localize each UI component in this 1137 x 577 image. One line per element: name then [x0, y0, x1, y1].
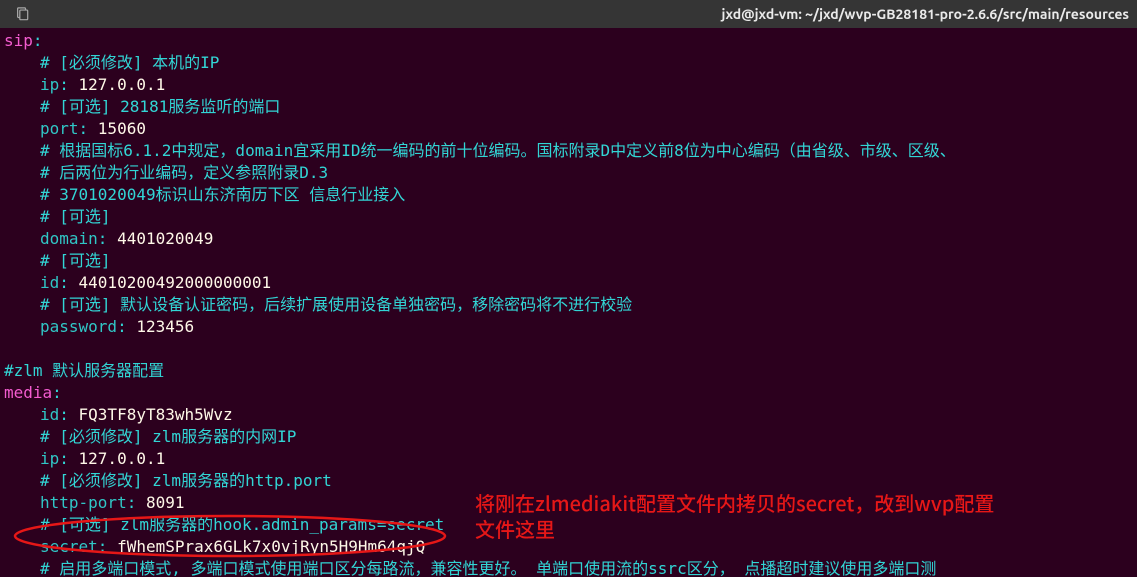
- code-line: http-port: 8091: [4, 492, 1133, 514]
- window-titlebar: jxd@jxd-vm: ~/jxd/wvp-GB28181-pro-2.6.6/…: [0, 0, 1137, 28]
- code-line: # [必须修改] zlm服务器的内网IP: [4, 426, 1133, 448]
- code-seg-key: http-port: [40, 493, 127, 512]
- code-seg-val: FQ3TF8yT83wh5Wvz: [79, 405, 233, 424]
- code-line: # [必须修改] zlm服务器的http.port: [4, 470, 1133, 492]
- code-seg-punct: :: [59, 449, 78, 468]
- code-seg-punct: :: [59, 273, 78, 292]
- code-seg-val: fWhemSPrax6GLk7x0vjRyn5H9Hm64qjQ: [117, 537, 425, 556]
- code-line: media:: [4, 382, 1133, 404]
- code-seg-cmt: #zlm 默认服务器配置: [4, 361, 164, 380]
- code-line: ip: 127.0.0.1: [4, 74, 1133, 96]
- code-line: # [可选] 默认设备认证密码，后续扩展使用设备单独密码，移除密码将不进行校验: [4, 294, 1133, 316]
- code-line: # 根据国标6.1.2中规定，domain宜采用ID统一编码的前十位编码。国标附…: [4, 140, 1133, 162]
- code-line: # [可选]: [4, 250, 1133, 272]
- code-seg-cmt: # 3701020049标识山东济南历下区 信息行业接入: [40, 185, 405, 204]
- code-seg-val: [4, 339, 14, 358]
- code-seg-key: ip: [40, 449, 59, 468]
- window-title: jxd@jxd-vm: ~/jxd/wvp-GB28181-pro-2.6.6/…: [30, 6, 1129, 22]
- code-seg-cmt: # 根据国标6.1.2中规定，domain宜采用ID统一编码的前十位编码。国标附…: [40, 141, 956, 160]
- code-seg-val: 8091: [146, 493, 185, 512]
- code-seg-key: secret: [40, 537, 98, 556]
- code-line: id: FQ3TF8yT83wh5Wvz: [4, 404, 1133, 426]
- code-seg-cmt: # [可选]: [40, 207, 111, 226]
- code-seg-cmt: # [必须修改] zlm服务器的内网IP: [40, 427, 296, 446]
- code-line: ip: 127.0.0.1: [4, 448, 1133, 470]
- code-line: # [必须修改] 本机的IP: [4, 52, 1133, 74]
- code-seg-cmt: # [可选] 默认设备认证密码，后续扩展使用设备单独密码，移除密码将不进行校验: [40, 295, 632, 314]
- code-seg-punct: :: [98, 229, 117, 248]
- code-seg-topkey: media: [4, 383, 52, 402]
- code-seg-key: domain: [40, 229, 98, 248]
- code-seg-val: 44010200492000000001: [79, 273, 272, 292]
- code-seg-key: port: [40, 119, 79, 138]
- code-seg-cmt: # [可选] zlm服务器的hook.admin_params=secret: [40, 515, 444, 534]
- code-seg-punct: :: [127, 493, 146, 512]
- code-seg-punct: :: [98, 537, 117, 556]
- code-line: # 启用多端口模式, 多端口模式使用端口区分每路流，兼容性更好。 单端口使用流的…: [4, 558, 1133, 577]
- code-line: # 后两位为行业编码，定义参照附录D.3: [4, 162, 1133, 184]
- code-seg-cmt: # 后两位为行业编码，定义参照附录D.3: [40, 163, 328, 182]
- terminal-viewport[interactable]: sip:# [必须修改] 本机的IPip: 127.0.0.1# [可选] 28…: [0, 28, 1137, 577]
- code-seg-val: 127.0.0.1: [79, 449, 166, 468]
- code-seg-punct: :: [52, 383, 62, 402]
- code-line: # [可选]: [4, 206, 1133, 228]
- code-seg-cmt: # [可选] 28181服务监听的端口: [40, 97, 280, 116]
- code-line: #zlm 默认服务器配置: [4, 360, 1133, 382]
- code-line: # [可选] 28181服务监听的端口: [4, 96, 1133, 118]
- code-seg-key: id: [40, 405, 59, 424]
- code-line: port: 15060: [4, 118, 1133, 140]
- code-seg-val: 123456: [136, 317, 194, 336]
- code-seg-punct: :: [59, 405, 78, 424]
- code-line: secret: fWhemSPrax6GLk7x0vjRyn5H9Hm64qjQ: [4, 536, 1133, 558]
- code-seg-cmt: # 启用多端口模式, 多端口模式使用端口区分每路流，兼容性更好。 单端口使用流的…: [40, 559, 936, 577]
- code-seg-punct: :: [117, 317, 136, 336]
- code-seg-punct: :: [79, 119, 98, 138]
- code-line: password: 123456: [4, 316, 1133, 338]
- code-seg-cmt: # [必须修改] 本机的IP: [40, 53, 219, 72]
- code-seg-key: id: [40, 273, 59, 292]
- code-line: domain: 4401020049: [4, 228, 1133, 250]
- code-line: # 3701020049标识山东济南历下区 信息行业接入: [4, 184, 1133, 206]
- code-seg-val: 4401020049: [117, 229, 213, 248]
- code-seg-cmt: # [可选]: [40, 251, 111, 270]
- code-seg-topkey: sip: [4, 31, 33, 50]
- code-seg-val: 127.0.0.1: [79, 75, 166, 94]
- code-seg-val: 15060: [98, 119, 146, 138]
- code-line: # [可选] zlm服务器的hook.admin_params=secret: [4, 514, 1133, 536]
- code-line: [4, 338, 1133, 360]
- code-seg-punct: :: [59, 75, 78, 94]
- code-seg-punct: :: [33, 31, 43, 50]
- code-seg-key: ip: [40, 75, 59, 94]
- code-seg-cmt: # [必须修改] zlm服务器的http.port: [40, 471, 332, 490]
- copy-icon[interactable]: [14, 6, 30, 22]
- code-line: id: 44010200492000000001: [4, 272, 1133, 294]
- code-line: sip:: [4, 30, 1133, 52]
- code-seg-key: password: [40, 317, 117, 336]
